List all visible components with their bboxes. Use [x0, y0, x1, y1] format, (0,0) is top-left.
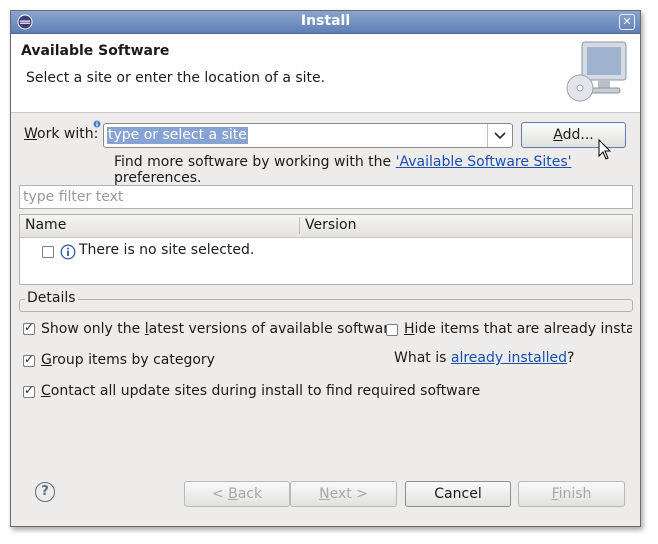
- software-table[interactable]: Name Version There is no site selected.: [19, 214, 633, 285]
- hide-installed-checkbox[interactable]: [386, 324, 398, 336]
- column-name[interactable]: Name: [25, 217, 66, 233]
- hide-installed-label[interactable]: Hide items that are already installe: [404, 321, 632, 337]
- group-by-category-label[interactable]: Group items by category: [41, 352, 215, 368]
- page-subtitle: Select a site or enter the location of a…: [26, 70, 326, 86]
- cancel-button[interactable]: Cancel: [405, 481, 511, 507]
- wizard-header: Available Software Select a site or ente…: [11, 34, 640, 113]
- next-button[interactable]: Next >: [290, 481, 397, 507]
- close-icon[interactable]: ✕: [619, 14, 635, 30]
- work-with-combo[interactable]: type or select a site: [103, 123, 513, 148]
- details-group: [19, 299, 633, 312]
- available-sites-hint: Find more software by working with the '…: [114, 154, 572, 186]
- available-sites-link[interactable]: 'Available Software Sites': [396, 154, 572, 170]
- work-with-label: Work with:: [24, 126, 99, 142]
- table-row[interactable]: There is no site selected.: [20, 242, 632, 262]
- already-installed-link[interactable]: already installed: [451, 350, 567, 366]
- chevron-down-icon[interactable]: [487, 124, 512, 147]
- group-by-category-checkbox[interactable]: [23, 352, 35, 367]
- what-is-installed: What is already installed?: [394, 350, 575, 366]
- page-title: Available Software: [21, 43, 170, 59]
- window-title: Install: [300, 13, 351, 29]
- row-checkbox[interactable]: [42, 246, 54, 258]
- install-dialog: Install ✕ Available Software Select a si…: [10, 10, 641, 527]
- column-version[interactable]: Version: [305, 217, 356, 233]
- details-title: Details: [25, 290, 78, 306]
- info-icon: [60, 244, 76, 260]
- back-button[interactable]: < Back: [184, 481, 290, 507]
- empty-message: There is no site selected.: [79, 242, 255, 258]
- contact-sites-label[interactable]: Contact all update sites during install …: [41, 383, 480, 399]
- work-with-input[interactable]: type or select a site: [107, 127, 248, 144]
- latest-versions-label[interactable]: Show only the latest versions of availab…: [41, 321, 397, 337]
- column-divider[interactable]: [299, 217, 300, 234]
- contact-sites-checkbox[interactable]: [23, 383, 35, 398]
- help-icon[interactable]: ?: [35, 482, 55, 502]
- info-decoration-icon: [93, 120, 101, 128]
- computer-cd-icon: [566, 41, 627, 102]
- latest-versions-checkbox[interactable]: [23, 320, 35, 335]
- title-bar[interactable]: Install ✕: [11, 11, 640, 34]
- filter-input[interactable]: type filter text: [19, 185, 633, 209]
- finish-button[interactable]: Finish: [518, 481, 625, 507]
- table-header: Name Version: [20, 215, 632, 238]
